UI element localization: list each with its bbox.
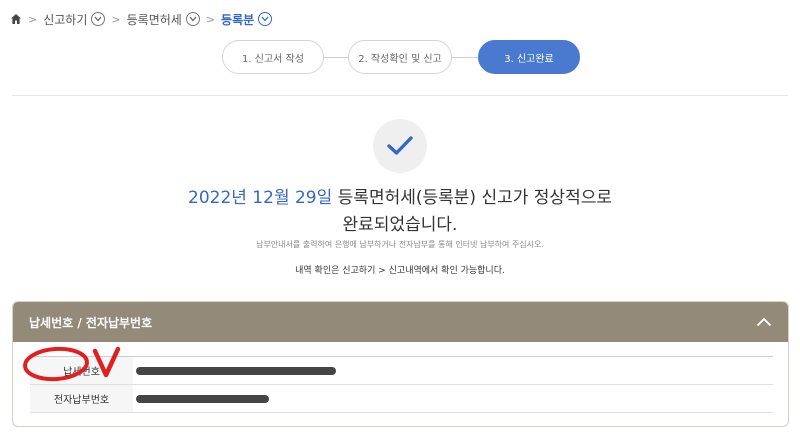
- history-notice: 내역 확인은 신고하기 > 신고내역에서 확인 가능합니다.: [295, 266, 505, 276]
- breadcrumb-separator: >: [111, 12, 121, 26]
- redaction-mark: [136, 367, 336, 375]
- breadcrumb-item-license-tax[interactable]: 등록면허세: [127, 11, 200, 28]
- chevron-up-icon[interactable]: [756, 317, 772, 327]
- home-icon[interactable]: [10, 13, 22, 25]
- breadcrumb: > 신고하기 > 등록면허세 > 등록분: [10, 9, 273, 29]
- breadcrumb-separator: >: [205, 12, 216, 26]
- breadcrumb-separator: >: [28, 12, 38, 26]
- breadcrumb-item-label: 등록분: [221, 12, 255, 27]
- tax-number-panel: 납세번호 / 전자납부번호 납세번호 전자납부번호: [12, 301, 789, 427]
- chevron-down-icon[interactable]: [91, 12, 106, 26]
- panel-header[interactable]: 납세번호 / 전자납부번호: [13, 302, 788, 342]
- table-row: 전자납부번호: [30, 385, 773, 413]
- tax-number-value: [133, 357, 773, 384]
- breadcrumb-item-report[interactable]: 신고하기: [43, 11, 106, 28]
- divider: [12, 95, 788, 96]
- progress-steps: 1. 신고서 작성 2. 작성확인 및 신고 3. 신고완료: [222, 40, 580, 74]
- result-message-line2: 완료되었습니다.: [342, 215, 458, 235]
- step-connector: [450, 57, 478, 58]
- result-message-text: 등록면허세(등록분) 신고가 정상적으로: [337, 188, 612, 208]
- breadcrumb-item-label: 등록면허세: [126, 12, 182, 27]
- step-connector: [322, 57, 350, 58]
- result-message: 2022년 12월 29일 등록면허세(등록분) 신고가 정상적으로: [0, 183, 800, 208]
- step-write: 1. 신고서 작성: [222, 40, 324, 74]
- panel-title: 납세번호 / 전자납부번호: [29, 315, 153, 330]
- check-icon: [373, 119, 427, 173]
- tax-number-table: 납세번호 전자납부번호: [30, 356, 773, 413]
- step-confirm: 2. 작성확인 및 신고: [348, 40, 452, 74]
- e-payment-number-value: [133, 385, 773, 412]
- step-complete: 3. 신고완료: [478, 40, 580, 74]
- breadcrumb-item-label: 신고하기: [43, 12, 88, 27]
- tax-number-label: 납세번호: [30, 357, 133, 384]
- result-date: 2022년 12월 29일: [188, 188, 333, 208]
- e-payment-number-label: 전자납부번호: [30, 385, 133, 412]
- breadcrumb-item-registration[interactable]: 등록분: [221, 11, 273, 28]
- chevron-down-icon[interactable]: [258, 12, 273, 26]
- redaction-mark: [136, 395, 269, 403]
- table-row: 납세번호: [30, 357, 773, 385]
- payment-notice: 납부안내서를 출력하여 은행에 납부하거나 전자납부를 통해 인터넷 납부하여 …: [256, 240, 544, 249]
- chevron-down-icon[interactable]: [185, 12, 200, 26]
